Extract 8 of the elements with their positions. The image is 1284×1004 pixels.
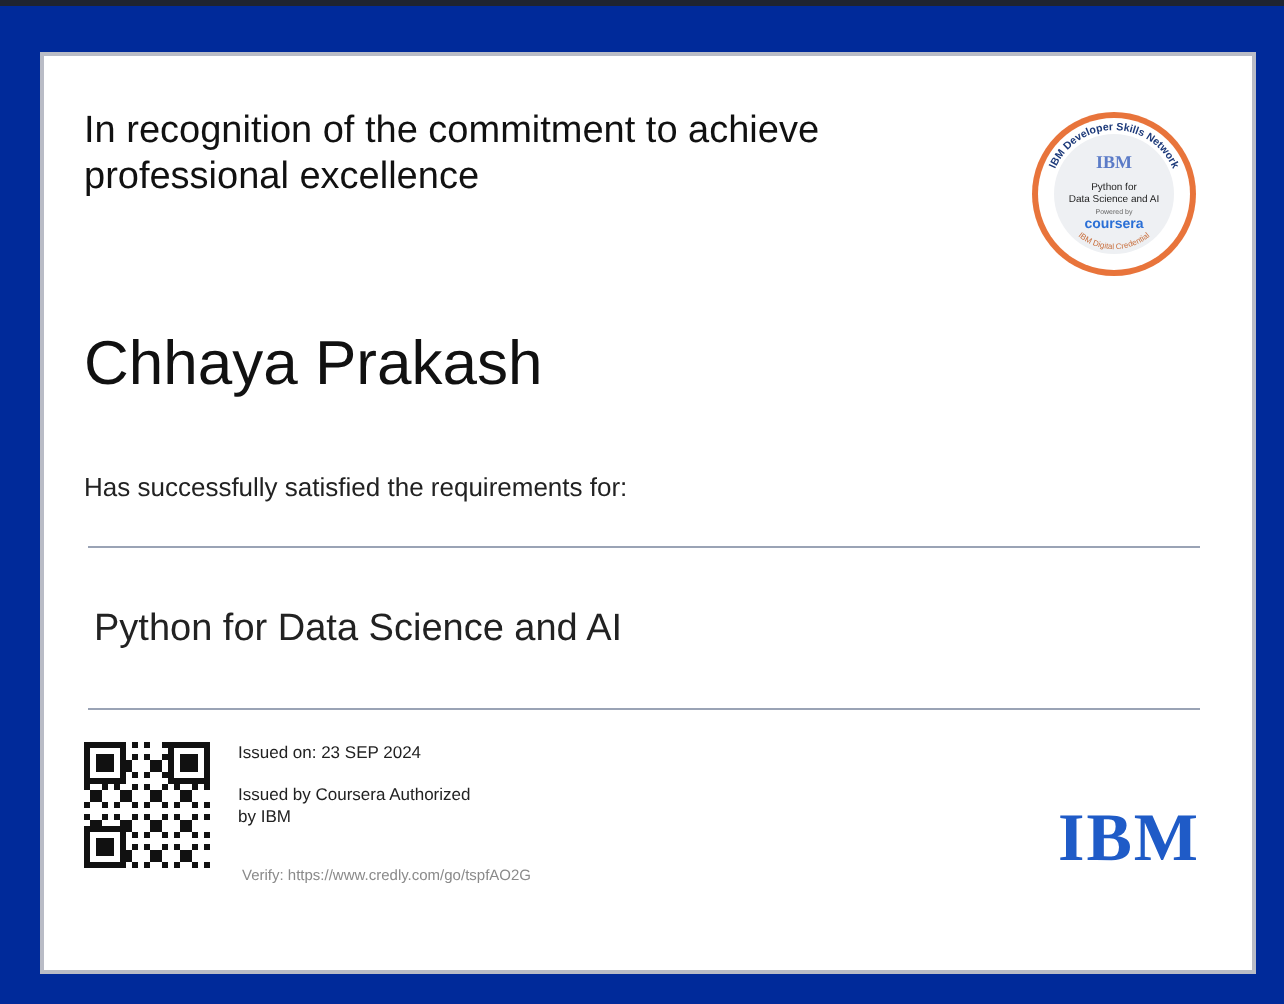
recognition-heading: In recognition of the commitment to achieve professional excellence <box>84 108 822 202</box>
course-title: Python for Data Science and AI <box>94 608 625 652</box>
issue-date: Issued on: 23 SEP 2024 <box>238 742 424 764</box>
statement-text: Has successfully satisfied the requirements for: <box>84 472 630 502</box>
issuer-text: Issued by Coursera Authorized by IBM <box>238 784 473 828</box>
recipient-name: Chhaya Prakash <box>84 328 545 400</box>
qr-code-drawing <box>84 742 210 868</box>
ibm-logo: IBM <box>1058 806 1200 874</box>
